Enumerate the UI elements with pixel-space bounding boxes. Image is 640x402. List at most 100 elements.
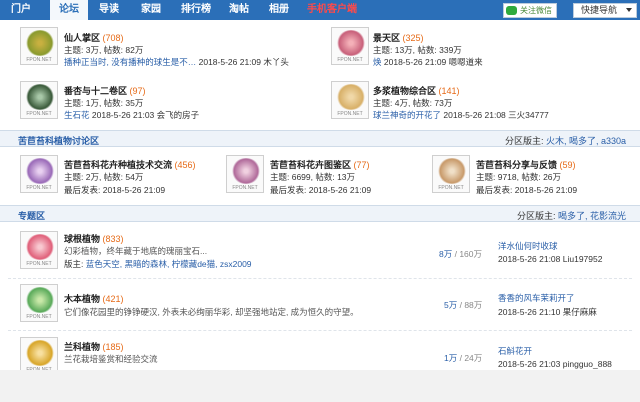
forum-thumbnail[interactable]: FPON.NET [20,155,58,193]
watermark: FPON.NET [337,111,363,117]
last-post-link[interactable]: 香香的风车茉莉开了 [498,293,575,303]
plant-icon [25,84,55,110]
top-nav: 门户 论坛 导读 家园 排行榜 淘帖 相册 手机客户端 关注微信 快捷导航 [0,0,640,20]
forum-name[interactable]: 仙人掌区 [64,33,100,43]
forum-last-post: 最后发表: 2018-5-26 21:09 [476,185,578,195]
moderators-list[interactable]: 喝多了, 花影流光 [558,211,626,221]
section-header-gesneriad: 苦苣苔科植物讨论区 分区版主: 火木, 喝多了, a330a [0,130,640,147]
forum-name[interactable]: 多浆植物综合区 [373,86,436,96]
forum-title[interactable]: 仙人掌区 (708) [64,31,124,44]
wechat-follow-label: 关注微信 [520,6,552,15]
forum-name[interactable]: 苦苣苔科花卉种植技术交流 [64,160,172,170]
forum-name[interactable]: 球根植物 [64,234,100,244]
forum-thumbnail[interactable]: FPON.NET [20,231,58,269]
forum-ratio: 8万 / 160万 [439,248,482,260]
forum-thumbnail[interactable]: FPON.NET [20,27,58,65]
watermark: FPON.NET [26,314,52,320]
forum-new-count: (833) [102,234,124,244]
forum-new-count: (59) [559,160,576,170]
topic-count: 1万 [444,353,458,363]
forum-name[interactable]: 木本植物 [64,294,100,304]
forum-thumbnail[interactable]: FPON.NET [20,284,58,322]
last-post-meta: 2018-5-26 21:09 嗯嗯道来 [383,57,483,67]
forum-description: 它们像花园里的铮铮硬汉, 外表未必绚丽华彩, 却坚强地站定, 成为恒久的守望。 [64,307,359,317]
forum-new-count: (456) [174,160,196,170]
forum-name[interactable]: 兰科植物 [64,342,100,352]
last-post-meta: 2018-5-26 21:08 Liu197952 [498,254,603,264]
chevron-down-icon [626,8,632,12]
post-count: / 88万 [459,300,483,310]
nav-guide[interactable]: 导读 [92,0,126,20]
forum-thumbnail[interactable]: FPON.NET [226,155,264,193]
last-post-meta: 2018-5-26 21:03 pingguo_888 [498,359,612,369]
topic-count: 5万 [444,300,458,310]
moderators-list[interactable]: 蓝色天空, 黑暗的森林, 柠檬藏de猫, zsx2009 [86,259,252,269]
forum-name[interactable]: 番杏与十二卷区 [64,86,127,96]
forum-title[interactable]: 木本植物 (421) [64,292,124,305]
forum-new-count: (141) [438,86,460,96]
forum-new-count: (185) [102,342,124,352]
wechat-icon [506,6,517,15]
last-post-link[interactable]: 球兰神奇的开花了 [373,110,441,120]
forum-title[interactable]: 多浆植物综合区 (141) [373,84,460,97]
forum-new-count: (421) [102,294,124,304]
plant-icon [231,158,261,184]
forum-ratio: 5万 / 88万 [444,299,482,311]
watermark: FPON.NET [26,57,52,63]
section-title[interactable]: 专题区 [18,209,45,222]
forum-title[interactable]: 球根植物 (833) [64,232,124,245]
forum-stats: 主题: 4万, 帖数: 73万 [373,98,453,108]
forum-title[interactable]: 苦苣苔科分享与反馈 (59) [476,158,576,171]
forum-name[interactable]: 苦苣苔科分享与反馈 [476,160,557,170]
wechat-follow-button[interactable]: 关注微信 [503,3,557,18]
nav-ranking[interactable]: 排行榜 [174,0,218,20]
forum-ratio: 1万 / 24万 [444,352,482,364]
last-post-title: 石斛花开 [498,345,532,357]
forum-thumbnail[interactable]: FPON.NET [20,81,58,119]
forum-last-post: 焕 2018-5-26 21:09 嗯嗯道来 [373,56,483,68]
forum-name[interactable]: 苦苣苔科花卉图鉴区 [270,160,351,170]
nav-portal[interactable]: 门户 [4,0,38,20]
watermark: FPON.NET [337,57,363,63]
forum-title[interactable]: 景天区 (325) [373,31,424,44]
forum-thumbnail[interactable]: FPON.NET [331,81,369,119]
nav-album[interactable]: 相册 [262,0,296,20]
forum-new-count: (708) [102,33,124,43]
row-divider [8,330,632,331]
forum-last-post: 最后发表: 2018-5-26 21:09 [64,185,166,195]
last-post-meta: 2018-5-26 21:10 果仔麻麻 [498,307,597,317]
forum-title[interactable]: 苦苣苔科花卉图鉴区 (77) [270,158,370,171]
forum-thumbnail[interactable]: FPON.NET [432,155,470,193]
forum-new-count: (325) [402,33,424,43]
plant-icon [25,158,55,184]
last-post-link[interactable]: 生石花 [64,110,90,120]
forum-title[interactable]: 兰科植物 (185) [64,340,124,353]
forum-description: 兰花栽培鉴赏和经验交流 [64,354,158,364]
forum-last-post: 播种正当时, 没有播种的球生是不… 2018-5-26 21:09 木丫头 [64,56,289,68]
forum-name[interactable]: 景天区 [373,33,400,43]
moderators-list[interactable]: 火木, 喝多了, a330a [546,136,626,146]
nav-mobile-client[interactable]: 手机客户端 [302,0,362,20]
section-moderators: 分区版主: 喝多了, 花影流光 [517,209,626,222]
last-post-title: 洋水仙何时收球 [498,240,558,252]
forum-title[interactable]: 番杏与十二卷区 (97) [64,84,146,97]
moderators-label: 分区版主: [516,211,556,221]
topic-count: 8万 [439,249,453,259]
forum-new-count: (97) [129,86,146,96]
watermark: FPON.NET [438,185,464,191]
last-post-link[interactable]: 播种正当时, 没有播种的球生是不… [64,57,196,67]
forum-thumbnail[interactable]: FPON.NET [331,27,369,65]
nav-taotie[interactable]: 淘帖 [222,0,256,20]
last-post-link[interactable]: 焕 [373,57,382,67]
watermark: FPON.NET [26,261,52,267]
last-post-link[interactable]: 石斛花开 [498,346,532,356]
forum-title[interactable]: 苦苣苔科花卉种植技术交流 (456) [64,158,196,171]
nav-forum[interactable]: 论坛 [50,0,88,20]
last-post-link[interactable]: 洋水仙何时收球 [498,241,558,251]
nav-home[interactable]: 家园 [134,0,168,20]
forum-stats: 主题: 9718, 帖数: 26万 [476,172,562,182]
quick-nav-dropdown[interactable]: 快捷导航 [573,3,637,18]
section-title[interactable]: 苦苣苔科植物讨论区 [18,134,99,147]
forum-stats: 主题: 6699, 帖数: 13万 [270,172,356,182]
plant-icon [336,30,366,56]
